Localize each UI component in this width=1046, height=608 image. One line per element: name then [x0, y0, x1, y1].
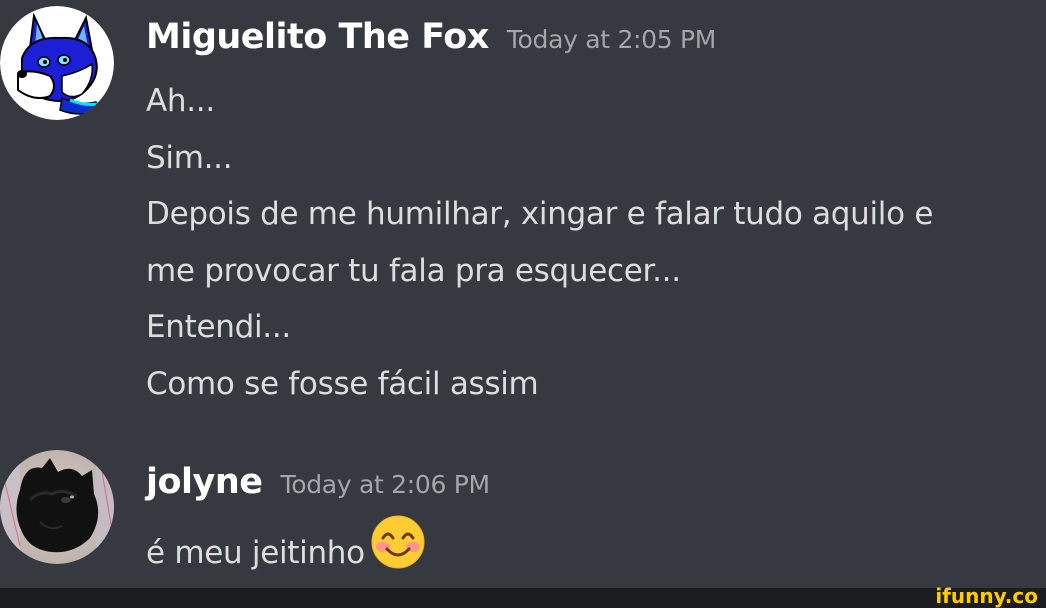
watermark: ifunny.co: [935, 584, 1038, 608]
black-cat-avatar-icon: [0, 450, 114, 564]
message-header: Miguelito The Fox Today at 2:05 PM: [146, 20, 716, 55]
message-header: jolyne Today at 2:06 PM: [146, 465, 490, 500]
message-line: me provocar tu fala pra esquecer...: [146, 252, 681, 289]
avatar[interactable]: [0, 6, 114, 120]
smiling-face-with-smiling-eyes-emoji-icon: [371, 515, 425, 588]
timestamp: Today at 2:06 PM: [280, 470, 491, 499]
message-text: é meu jeitinho: [146, 534, 365, 571]
timestamp: Today at 2:05 PM: [506, 25, 717, 54]
message-line: Como se fosse fácil assim: [146, 365, 539, 402]
message-line: Entendi...: [146, 309, 291, 345]
message-line: Ah...: [146, 83, 215, 119]
message-group: Miguelito The Fox Today at 2:05 PM Ah... …: [0, 0, 1046, 420]
message-line: Sim...: [146, 139, 233, 176]
message-line: Depois de me humilhar, xingar e falar tu…: [146, 196, 934, 232]
footer-bar: [0, 588, 1046, 608]
message-content: Ah... Sim... Depois de me humilhar, xing…: [146, 73, 933, 412]
message-group: jolyne Today at 2:06 PM é meu jeitinho: [0, 440, 1046, 588]
message-content: é meu jeitinho: [146, 515, 425, 588]
chat-log: Miguelito The Fox Today at 2:05 PM Ah... …: [0, 0, 1046, 588]
message-line: é meu jeitinho: [146, 515, 425, 588]
avatar[interactable]: [0, 450, 114, 564]
blue-fox-avatar-icon: [0, 6, 114, 120]
username[interactable]: Miguelito The Fox: [146, 17, 489, 57]
username[interactable]: jolyne: [146, 462, 263, 502]
